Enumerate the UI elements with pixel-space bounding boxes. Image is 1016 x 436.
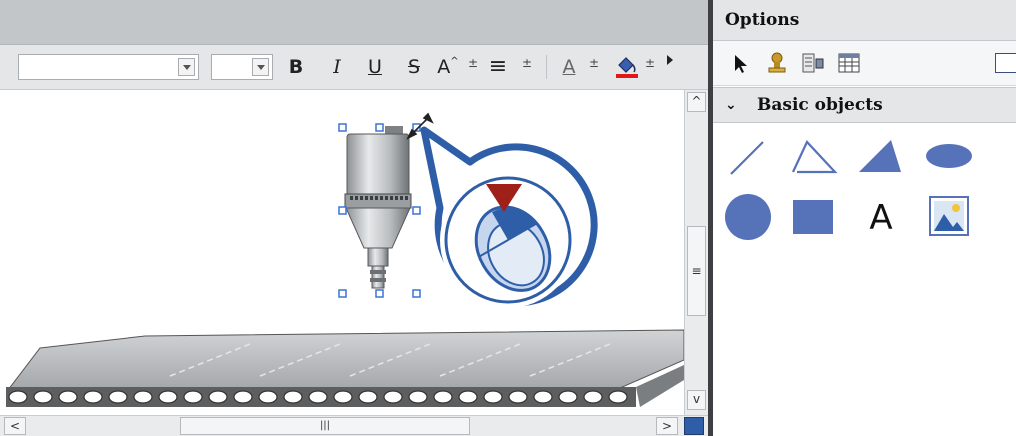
text-field-tool[interactable]: A bbox=[861, 194, 901, 242]
fill-color-button[interactable] bbox=[614, 53, 640, 81]
plusminus-icon: ± bbox=[589, 56, 600, 70]
polygon-icon bbox=[859, 140, 901, 172]
scroll-down-button[interactable]: v bbox=[687, 390, 706, 410]
window-icon[interactable] bbox=[995, 53, 1016, 73]
line-tool[interactable] bbox=[723, 136, 769, 178]
vertical-scroll-thumb[interactable]: ≡ bbox=[687, 226, 706, 316]
chevron-left-icon: < bbox=[9, 419, 21, 433]
ellipse-icon bbox=[926, 144, 972, 168]
plusminus-icon: ± bbox=[645, 56, 656, 70]
pointer-tool-button[interactable] bbox=[731, 53, 751, 75]
table-icon bbox=[838, 53, 860, 73]
polyline-icon bbox=[792, 140, 838, 174]
properties-icon bbox=[802, 53, 824, 73]
horizontal-scrollbar[interactable]: < ||| > bbox=[0, 415, 708, 436]
font-size-combo[interactable] bbox=[211, 54, 273, 80]
canvas-graphics bbox=[6, 112, 684, 407]
plusminus-icon: ± bbox=[522, 56, 533, 70]
toolbar-more-icon[interactable] bbox=[667, 55, 673, 65]
font-color-button[interactable]: A bbox=[558, 54, 580, 80]
basic-objects-palette: A bbox=[713, 124, 1016, 436]
arrow-pointer-icon bbox=[735, 55, 747, 73]
polyline-tool[interactable] bbox=[789, 136, 841, 178]
chevron-right-icon: > bbox=[661, 419, 673, 433]
align-button[interactable]: ≡ bbox=[483, 54, 513, 80]
line-icon bbox=[730, 141, 764, 175]
toolbar-separator bbox=[546, 55, 547, 79]
italic-button[interactable]: I bbox=[327, 54, 347, 80]
properties-tool-button[interactable] bbox=[801, 51, 825, 75]
polygon-tool[interactable] bbox=[855, 136, 907, 178]
table-tool-button[interactable] bbox=[837, 51, 861, 75]
font-size-grow-button[interactable]: A^ bbox=[437, 54, 459, 80]
chevron-down-icon[interactable]: ⌄ bbox=[725, 97, 737, 113]
format-toolbar: B I U S A^ ± ≡ ± A ± ± bbox=[0, 45, 708, 90]
bold-button[interactable]: B bbox=[285, 54, 307, 80]
font-size-grow-label: A bbox=[437, 56, 451, 78]
caret-up-icon: ^ bbox=[450, 56, 459, 67]
graphic-view-tool[interactable] bbox=[927, 194, 971, 238]
conveyor-belt-icon bbox=[6, 329, 684, 407]
scroll-right-button[interactable]: > bbox=[656, 417, 678, 435]
rectangle-tool[interactable] bbox=[789, 196, 837, 238]
circle-icon bbox=[725, 194, 771, 240]
circle-tool[interactable] bbox=[723, 192, 773, 242]
scroll-left-button[interactable]: < bbox=[4, 417, 26, 435]
stamp-tool-button[interactable] bbox=[765, 51, 789, 75]
font-family-combo[interactable] bbox=[18, 54, 199, 80]
screen-canvas[interactable] bbox=[0, 90, 684, 415]
options-panel: Options ⌄ Basic objects A bbox=[713, 0, 1016, 436]
text-field-icon: A bbox=[869, 198, 893, 238]
rectangle-icon bbox=[793, 200, 833, 234]
ellipse-tool[interactable] bbox=[923, 140, 975, 172]
section-label: Basic objects bbox=[757, 95, 883, 115]
horizontal-scroll-thumb[interactable]: ||| bbox=[180, 417, 470, 435]
stamp-icon bbox=[768, 52, 786, 73]
chevron-down-icon[interactable] bbox=[252, 58, 269, 76]
editor-title-strip bbox=[0, 0, 708, 45]
chevron-up-icon: ^ bbox=[691, 94, 702, 108]
silo-icon bbox=[344, 126, 412, 289]
chevron-down-icon[interactable] bbox=[178, 58, 195, 76]
underline-button[interactable]: U bbox=[364, 54, 386, 80]
chevron-down-icon: v bbox=[692, 392, 701, 406]
paint-bucket-icon bbox=[616, 57, 638, 78]
grip-icon: ≡ bbox=[691, 264, 702, 278]
basic-objects-header[interactable]: ⌄ Basic objects bbox=[713, 87, 1016, 123]
grip-icon: ||| bbox=[319, 420, 331, 431]
options-title: Options bbox=[725, 10, 800, 30]
scroll-up-button[interactable]: ^ bbox=[687, 92, 706, 112]
options-header: Options bbox=[713, 0, 1016, 41]
plusminus-icon: ± bbox=[468, 56, 479, 70]
zoom-navigator-icon[interactable] bbox=[684, 417, 704, 435]
vertical-scrollbar[interactable]: ^ ≡ v bbox=[684, 90, 708, 415]
options-toolbar bbox=[713, 41, 1016, 86]
graphic-view-icon bbox=[929, 196, 969, 236]
drag-mouse-callout-icon bbox=[420, 126, 598, 308]
strikethrough-button[interactable]: S bbox=[403, 54, 425, 80]
